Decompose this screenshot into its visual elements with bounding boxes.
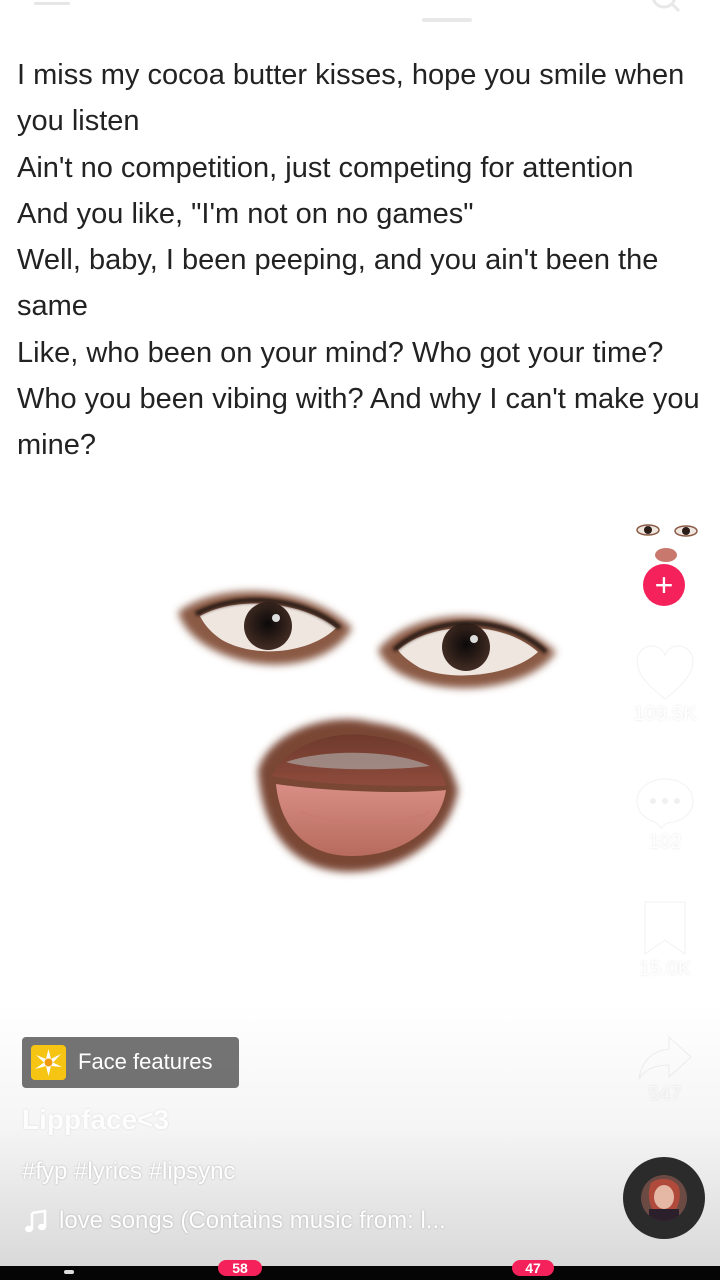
nav-home-icon[interactable] [64,1270,74,1274]
heart-icon [636,645,694,700]
music-note-icon [25,1209,47,1233]
bookmark-button[interactable]: 15.0K [620,900,710,981]
sound-avatar [641,1175,687,1221]
bottom-nav-bar: 58 47 [0,1260,720,1280]
face-effect-icon [31,1045,66,1080]
face-features-effect-chip[interactable]: Face features [22,1037,239,1088]
nav-badge-right: 47 [512,1260,554,1276]
comment-icon [636,778,694,829]
comment-button[interactable]: 102 [620,777,710,854]
hashtags[interactable]: #fyp #lyrics #lipsync [22,1158,235,1186]
nav-badge-left: 58 [218,1260,262,1276]
like-button[interactable]: 109.5K [620,645,710,726]
comment-count: 102 [648,831,682,853]
bookmark-count: 15.0K [638,958,692,980]
username[interactable]: Lippface<3 [22,1104,169,1136]
like-count: 109.5K [633,703,697,725]
left-eye [178,591,352,665]
follow-button[interactable]: + [643,564,685,606]
music-disc[interactable] [623,1157,705,1239]
right-eye [378,616,556,689]
lips [258,719,458,872]
music-title[interactable]: love songs (Contains music from: l... [59,1207,519,1235]
bookmark-icon [644,901,686,955]
effect-label: Face features [78,1049,213,1074]
